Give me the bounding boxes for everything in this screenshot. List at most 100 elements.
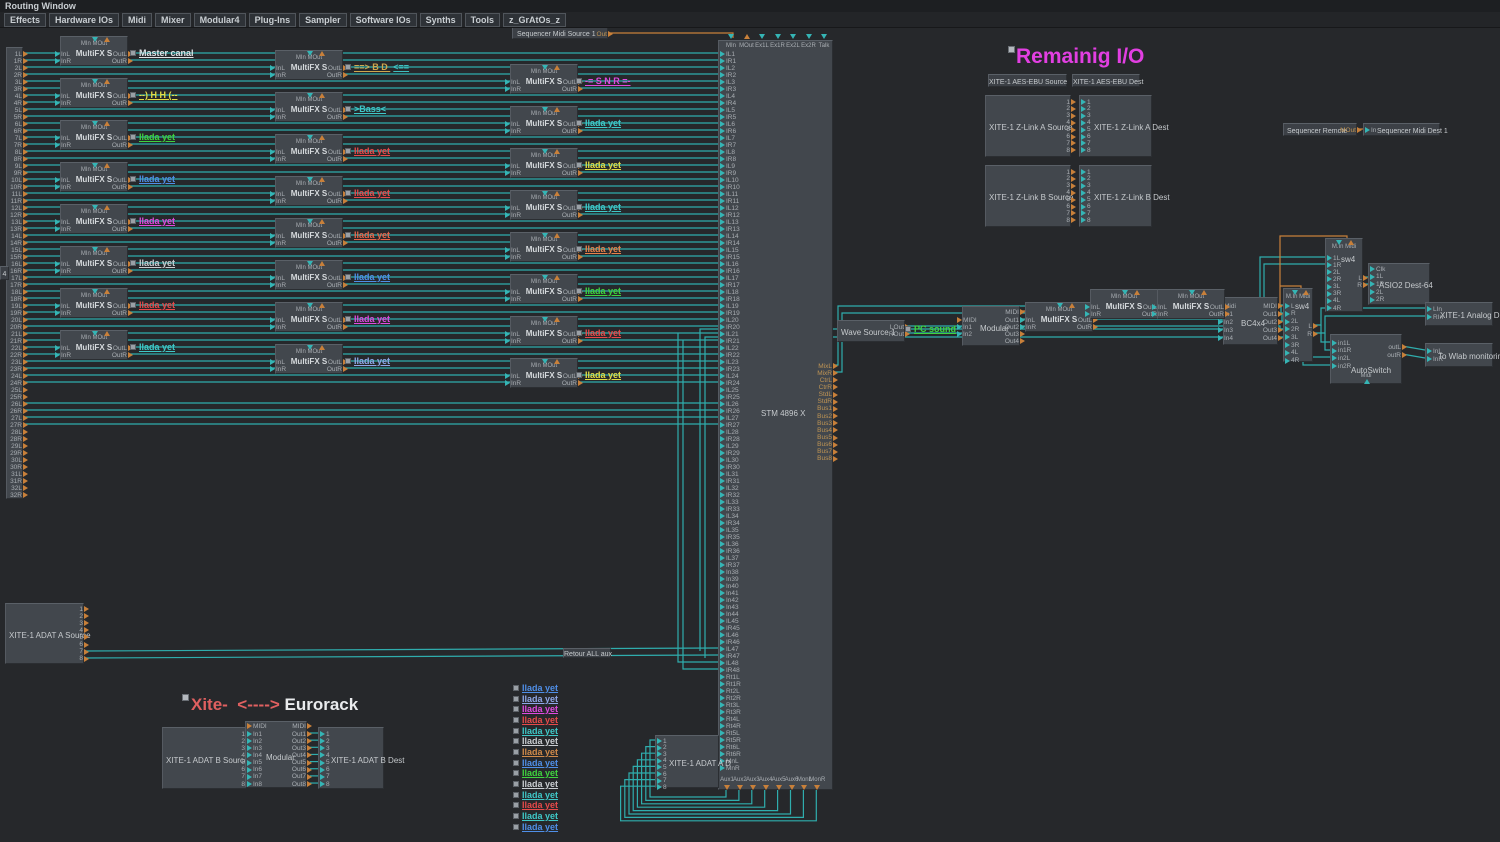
port-mixer-il26[interactable]: IL26	[720, 401, 739, 408]
port-mixer-il36[interactable]: IL36	[720, 541, 739, 548]
module-zlink-a-dest[interactable]: XITE-1 Z-Link A Dest12345678	[1079, 95, 1152, 157]
text-label-16[interactable]: Ilada yet	[345, 356, 390, 366]
port-mixer-il31[interactable]: IL31	[720, 471, 739, 478]
port-mixer-il19[interactable]: IL19	[720, 303, 739, 310]
module-euro-modular[interactable]: ModularMIDIIn1In2In3In4In5In6In7In8MIDIO…	[245, 721, 307, 788]
module-zlink-a-source[interactable]: XITE-1 Z-Link A Source12345678	[985, 95, 1071, 157]
port-mixer-bus3[interactable]: Bus3	[817, 420, 838, 427]
port-left-io-21r[interactable]: 21R	[10, 338, 28, 345]
port-modular-pc-midi[interactable]: MIDI	[1005, 309, 1025, 316]
port-adat-b-dest-2[interactable]: 2	[320, 738, 330, 745]
port-mixer-il46[interactable]: IL46	[720, 632, 739, 639]
port-mixer-il23[interactable]: IL23	[720, 359, 739, 366]
port-multifx-9-inr[interactable]: InR	[270, 72, 286, 79]
port-adat-b-dest-3[interactable]: 3	[320, 745, 330, 752]
text-label-34[interactable]: Ilada yet	[513, 768, 558, 778]
port-mixer-stdl[interactable]: StdL	[819, 391, 838, 398]
port-multifx-4-inr[interactable]: InR	[55, 184, 71, 191]
port-euro-modular-in7[interactable]: In7	[247, 773, 262, 780]
port-left-io-14r[interactable]: 14R	[10, 240, 28, 247]
port-multifx-17-inr[interactable]: InR	[505, 86, 521, 93]
port-mixer-il30[interactable]: IL30	[720, 457, 739, 464]
text-label-18[interactable]: Ilada yet	[576, 118, 621, 128]
port-mixer-ir21[interactable]: IR21	[720, 338, 740, 345]
module-multifx-25[interactable]: InLInROutLOutRMIn MOutMultiFX S	[1025, 302, 1093, 332]
port-left-io-13r[interactable]: 13R	[10, 226, 28, 233]
port-mixer-ir27[interactable]: IR27	[720, 422, 740, 429]
port-multifx-1-inr[interactable]: InR	[55, 58, 71, 65]
port-mixer-ir19[interactable]: IR19	[720, 310, 740, 317]
port-sw4-a-4l[interactable]: 4L	[1285, 349, 1298, 356]
port-left-io-18r[interactable]: 18R	[10, 296, 28, 303]
port-mixer-ir46[interactable]: IR46	[720, 639, 740, 646]
port-mixer-ir15[interactable]: IR15	[720, 254, 740, 261]
module-aes-ebu-source[interactable]: XITE-1 AES-EBU Source	[988, 74, 1067, 87]
text-label-15[interactable]: Ilada yet	[345, 314, 390, 324]
port-sw4-a-3l[interactable]: 3L	[1285, 334, 1298, 341]
menu-midi[interactable]: Midi	[122, 13, 152, 27]
port-multifx-5-inr[interactable]: InR	[55, 226, 71, 233]
port-seq-remote-mout[interactable]: MOut	[1340, 127, 1362, 134]
port-multifx-22-outr[interactable]: OutR	[562, 296, 583, 303]
menu-hardware-ios[interactable]: Hardware IOs	[49, 13, 119, 27]
port-autoswitch-in2l[interactable]: in2L	[1332, 355, 1350, 362]
port-autoswitch-in1l[interactable]: in1L	[1332, 340, 1350, 347]
port-mixer-il5[interactable]: IL5	[720, 107, 735, 114]
module-zlink-b-source[interactable]: XITE-1 Z-Link B Source12345678	[985, 165, 1071, 227]
port-mixer-il10[interactable]: IL10	[720, 177, 739, 184]
port-multifx-27-outr[interactable]: OutR	[1209, 311, 1230, 318]
port-adat-a-source-2[interactable]: 2	[79, 613, 89, 620]
text-label-11[interactable]: Ilada yet	[345, 146, 390, 156]
port-mixer-in41[interactable]: In41	[720, 590, 739, 597]
port-multifx-24-outr[interactable]: OutR	[562, 380, 583, 387]
module-multifx-13[interactable]: InLInROutLOutRMIn MOutMultiFX S	[275, 218, 343, 248]
text-label-22[interactable]: Ilada yet	[576, 286, 621, 296]
port-mixer-ir13[interactable]: IR13	[720, 226, 740, 233]
module-autoswitch[interactable]: AutoSwitchin1Lin1Rin2Lin2RoutLoutRMidi	[1330, 334, 1402, 384]
port-mixer-il22[interactable]: IL22	[720, 345, 739, 352]
port-left-io-8l[interactable]: 8L	[15, 149, 28, 156]
port-sw4-b-3r[interactable]: 3R	[1327, 290, 1341, 297]
port-left-io-24l[interactable]: 24L	[11, 373, 28, 380]
port-multifx-6-outr[interactable]: OutR	[112, 268, 133, 275]
port-mixer-ir25[interactable]: IR25	[720, 394, 740, 401]
text-label-21[interactable]: Ilada yet	[576, 244, 621, 254]
port-wlab-monitoring-inr[interactable]: InR	[1427, 356, 1443, 363]
port-zlink-b-dest-8[interactable]: 8	[1081, 217, 1091, 224]
port-sw4-a-l[interactable]: L	[1285, 303, 1295, 310]
port-sw4-b-l[interactable]: L	[1358, 275, 1368, 282]
port-multifx-21-inr[interactable]: InR	[505, 254, 521, 261]
module-modular-pc[interactable]: ModularMIDIIn1In2MIDIOut1Out2Out3Out4	[962, 306, 1020, 346]
port-adat-a-source-6[interactable]: 6	[79, 641, 89, 648]
port-mixer-il6[interactable]: IL6	[720, 121, 735, 128]
text-label-17[interactable]: -= S N R =-	[576, 76, 631, 86]
port-mixer-ir18[interactable]: IR18	[720, 296, 740, 303]
port-zlink-a-source-8[interactable]: 8	[1066, 147, 1076, 154]
port-sw4-b-4l[interactable]: 4L	[1327, 297, 1340, 304]
port-left-io-31r[interactable]: 31R	[10, 478, 28, 485]
menu-plug-ins[interactable]: Plug-Ins	[249, 13, 297, 27]
port-left-io-6r[interactable]: 6R	[14, 128, 28, 135]
port-euro-modular-in2[interactable]: In2	[247, 738, 262, 745]
port-euro-modular-in4[interactable]: In4	[247, 752, 262, 759]
port-mixer-ir11[interactable]: IR11	[720, 198, 739, 205]
port-mixer-il17[interactable]: IL17	[720, 275, 739, 282]
port-mixer-il8[interactable]: IL8	[720, 149, 735, 156]
port-multifx-17-outr[interactable]: OutR	[562, 86, 583, 93]
port-euro-modular-midi[interactable]: MIDI	[292, 723, 312, 730]
port-euro-modular-out3[interactable]: Out3	[292, 745, 312, 752]
port-mixer-il45[interactable]: IL45	[720, 618, 739, 625]
section-title-remaining-io[interactable]: Remainig I/O	[1016, 46, 1144, 67]
menu-effects[interactable]: Effects	[4, 13, 46, 27]
port-multifx-25-outr[interactable]: OutR	[1077, 324, 1098, 331]
port-mixer-ir29[interactable]: IR29	[720, 450, 740, 457]
port-euro-modular-out1[interactable]: Out1	[292, 731, 312, 738]
port-modular-pc-in2[interactable]: In2	[957, 331, 972, 338]
text-label-12[interactable]: Ilada yet	[345, 188, 390, 198]
port-multifx-20-inr[interactable]: InR	[505, 212, 521, 219]
port-mixer-in38[interactable]: In38	[720, 569, 739, 576]
port-euro-modular-out5[interactable]: Out5	[292, 759, 312, 766]
port-left-io-28r[interactable]: 28R	[10, 436, 28, 443]
port-analog-dest-rin[interactable]: RIn	[1427, 314, 1443, 321]
port-mixer-il48[interactable]: IL48	[720, 660, 739, 667]
